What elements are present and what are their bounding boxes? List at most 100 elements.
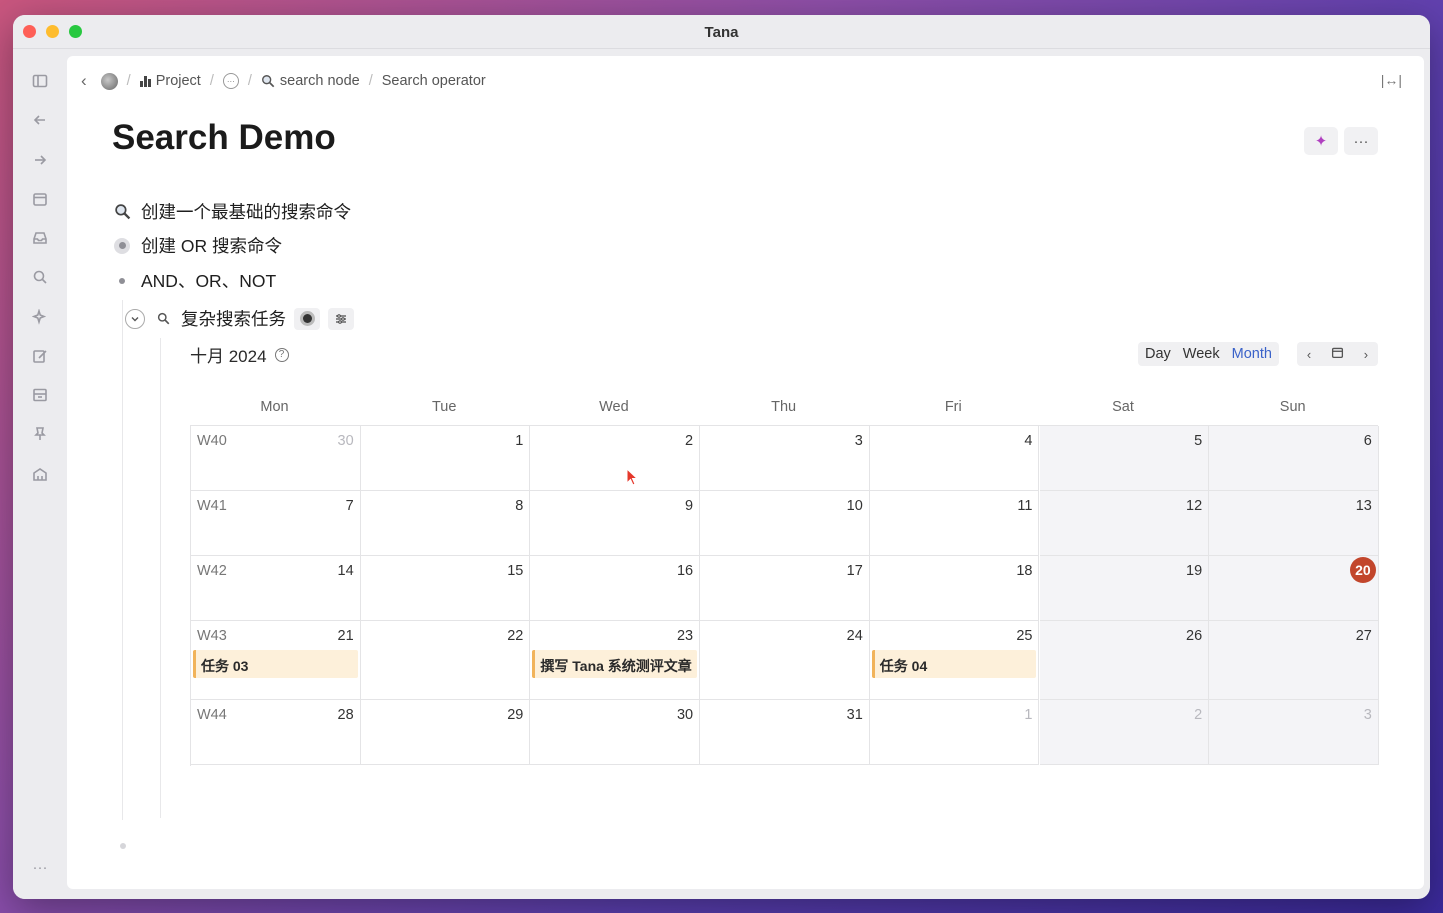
collapse-chevron-icon[interactable]	[125, 308, 145, 329]
edit-icon[interactable]	[30, 346, 50, 366]
forward-arrow-icon[interactable]	[30, 150, 50, 170]
calendar-day-cell[interactable]: 10	[700, 491, 870, 556]
expand-width-icon[interactable]: |↔|	[1381, 72, 1402, 88]
sparkle-icon[interactable]	[30, 307, 50, 327]
day-number: 2	[685, 433, 694, 449]
day-number: 14	[337, 563, 354, 579]
view-week-button[interactable]: Week	[1183, 346, 1220, 362]
calendar-day-cell[interactable]: 26	[1039, 621, 1210, 700]
week-number-label[interactable]: W44	[197, 707, 227, 723]
empty-bullet-dot[interactable]	[120, 843, 126, 849]
week-number-label[interactable]: W40	[197, 433, 227, 449]
outline-item[interactable]: 创建 OR 搜索命令	[112, 233, 282, 258]
calendar-day-cell[interactable]: 19	[1039, 556, 1210, 621]
next-month-button[interactable]: ›	[1364, 347, 1368, 362]
calendar-event[interactable]: 任务 03	[193, 650, 358, 678]
day-number: 15	[507, 563, 524, 579]
calendar-icon[interactable]	[30, 189, 50, 209]
page-more-button[interactable]: ···	[1344, 127, 1378, 155]
today-day-number: 20	[1349, 557, 1376, 583]
calendar-day-cell[interactable]: 27	[1209, 621, 1379, 700]
calendar-day-cell[interactable]: 23 撰写 Tana 系统测评文章	[530, 621, 701, 700]
calendar-day-cell[interactable]: 22	[360, 621, 531, 700]
breadcrumb-project[interactable]: Project	[139, 73, 201, 89]
day-number: 2	[1194, 707, 1203, 723]
day-number: 12	[1186, 498, 1203, 514]
breadcrumb-search-operator[interactable]: Search operator	[382, 73, 486, 89]
bar-chart-icon	[139, 75, 151, 87]
calendar-day-cell[interactable]: 31	[700, 700, 870, 765]
search-icon[interactable]	[30, 267, 50, 287]
calendar-day-cell[interactable]: 6	[1209, 426, 1379, 491]
calendar-day-cell[interactable]: 3	[700, 426, 870, 491]
filter-settings-icon[interactable]	[328, 307, 354, 330]
calendar-day-cell[interactable]: 9	[530, 491, 701, 556]
breadcrumb-separator: /	[247, 73, 252, 89]
calendar-day-cell[interactable]: 18	[869, 556, 1040, 621]
week-number-label[interactable]: W42	[197, 563, 227, 579]
view-day-button[interactable]: Day	[1145, 346, 1171, 362]
calendar-day-cell[interactable]: 3	[1209, 700, 1379, 765]
back-arrow-icon[interactable]	[30, 110, 50, 130]
weekday-header: Mon	[260, 399, 289, 415]
calendar-event[interactable]: 任务 04	[871, 650, 1037, 678]
calendar-grid: W40 30 1 2 3 4 5 6 W41 7 8 9 10 11 12 13 W42 14 15 16 17 18 19…	[190, 425, 1379, 766]
more-icon[interactable]: ···	[30, 857, 50, 877]
calendar-day-cell[interactable]: 13	[1209, 491, 1379, 556]
inbox-icon[interactable]	[30, 228, 50, 248]
day-number: 19	[1186, 563, 1203, 579]
search-node-row: 复杂搜索任务	[125, 306, 354, 331]
day-number: 1	[515, 433, 524, 449]
calendar-day-cell[interactable]: 16	[530, 556, 701, 621]
calendar-day-cell[interactable]: 8	[360, 491, 531, 556]
prev-month-button[interactable]: ‹	[1307, 347, 1311, 362]
outline-item-text: AND、OR、NOT	[141, 271, 277, 291]
calendar-day-cell[interactable]: 2	[1039, 700, 1210, 765]
sidebar-toggle-icon[interactable]	[30, 71, 50, 91]
calendar-day-cell[interactable]: W43 21 任务 03	[191, 621, 361, 700]
week-number-label[interactable]: W41	[197, 498, 227, 514]
calendar-day-cell[interactable]: 24	[700, 621, 870, 700]
calendar-day-cell[interactable]: 25 任务 04	[869, 621, 1040, 700]
week-number-label[interactable]: W43	[197, 628, 227, 644]
calendar-day-cell[interactable]: 30	[530, 700, 701, 765]
calendar-day-cell[interactable]: 1	[360, 426, 531, 491]
calendar-day-cell[interactable]: 15	[360, 556, 531, 621]
weekday-header: Thu	[771, 399, 797, 415]
day-number: 6	[1363, 433, 1372, 449]
calendar-day-cell[interactable]: W44 28	[191, 700, 361, 765]
breadcrumb-back-button[interactable]: ‹	[81, 71, 87, 91]
calendar-day-cell[interactable]: 20	[1209, 556, 1379, 621]
run-search-icon[interactable]	[294, 307, 320, 330]
outline-item-text: 创建 OR 搜索命令	[141, 236, 282, 256]
calendar-day-cell[interactable]: W41 7	[191, 491, 361, 556]
search-node-title[interactable]: 复杂搜索任务	[181, 306, 286, 331]
home-icon[interactable]	[30, 464, 50, 484]
help-icon[interactable]: ?	[274, 347, 289, 362]
calendar-day-cell[interactable]: 4	[869, 426, 1040, 491]
outline-item[interactable]: AND、OR、NOT	[112, 268, 276, 293]
ai-sparkle-button[interactable]: ✦	[1304, 127, 1338, 155]
calendar-day-cell[interactable]: 2	[530, 426, 701, 491]
calendar-day-cell[interactable]: 29	[360, 700, 531, 765]
calendar-day-cell[interactable]: 11	[869, 491, 1040, 556]
pin-icon[interactable]	[30, 424, 50, 444]
workspace-avatar-icon[interactable]	[100, 72, 118, 90]
calendar-event[interactable]: 撰写 Tana 系统测评文章	[532, 650, 698, 678]
calendar-day-cell[interactable]: 17	[700, 556, 870, 621]
today-calendar-icon[interactable]	[1331, 346, 1344, 362]
calendar-day-cell[interactable]: 5	[1039, 426, 1210, 491]
archive-icon[interactable]	[30, 385, 50, 405]
breadcrumb-search-node[interactable]: search node	[261, 73, 360, 89]
breadcrumb-ellipsis-button[interactable]: ···	[222, 73, 239, 89]
calendar-day-cell[interactable]: 1	[869, 700, 1040, 765]
view-month-button[interactable]: Month	[1232, 346, 1272, 362]
breadcrumb-separator: /	[209, 73, 214, 89]
calendar-day-cell[interactable]: W42 14	[191, 556, 361, 621]
outline-item[interactable]: 创建一个最基础的搜索命令	[112, 199, 351, 224]
window-title: Tana	[704, 24, 739, 41]
magnifier-icon	[112, 202, 132, 222]
calendar-day-cell[interactable]: 12	[1039, 491, 1210, 556]
calendar-day-cell[interactable]: W40 30	[191, 426, 361, 491]
day-number: 8	[515, 498, 524, 514]
